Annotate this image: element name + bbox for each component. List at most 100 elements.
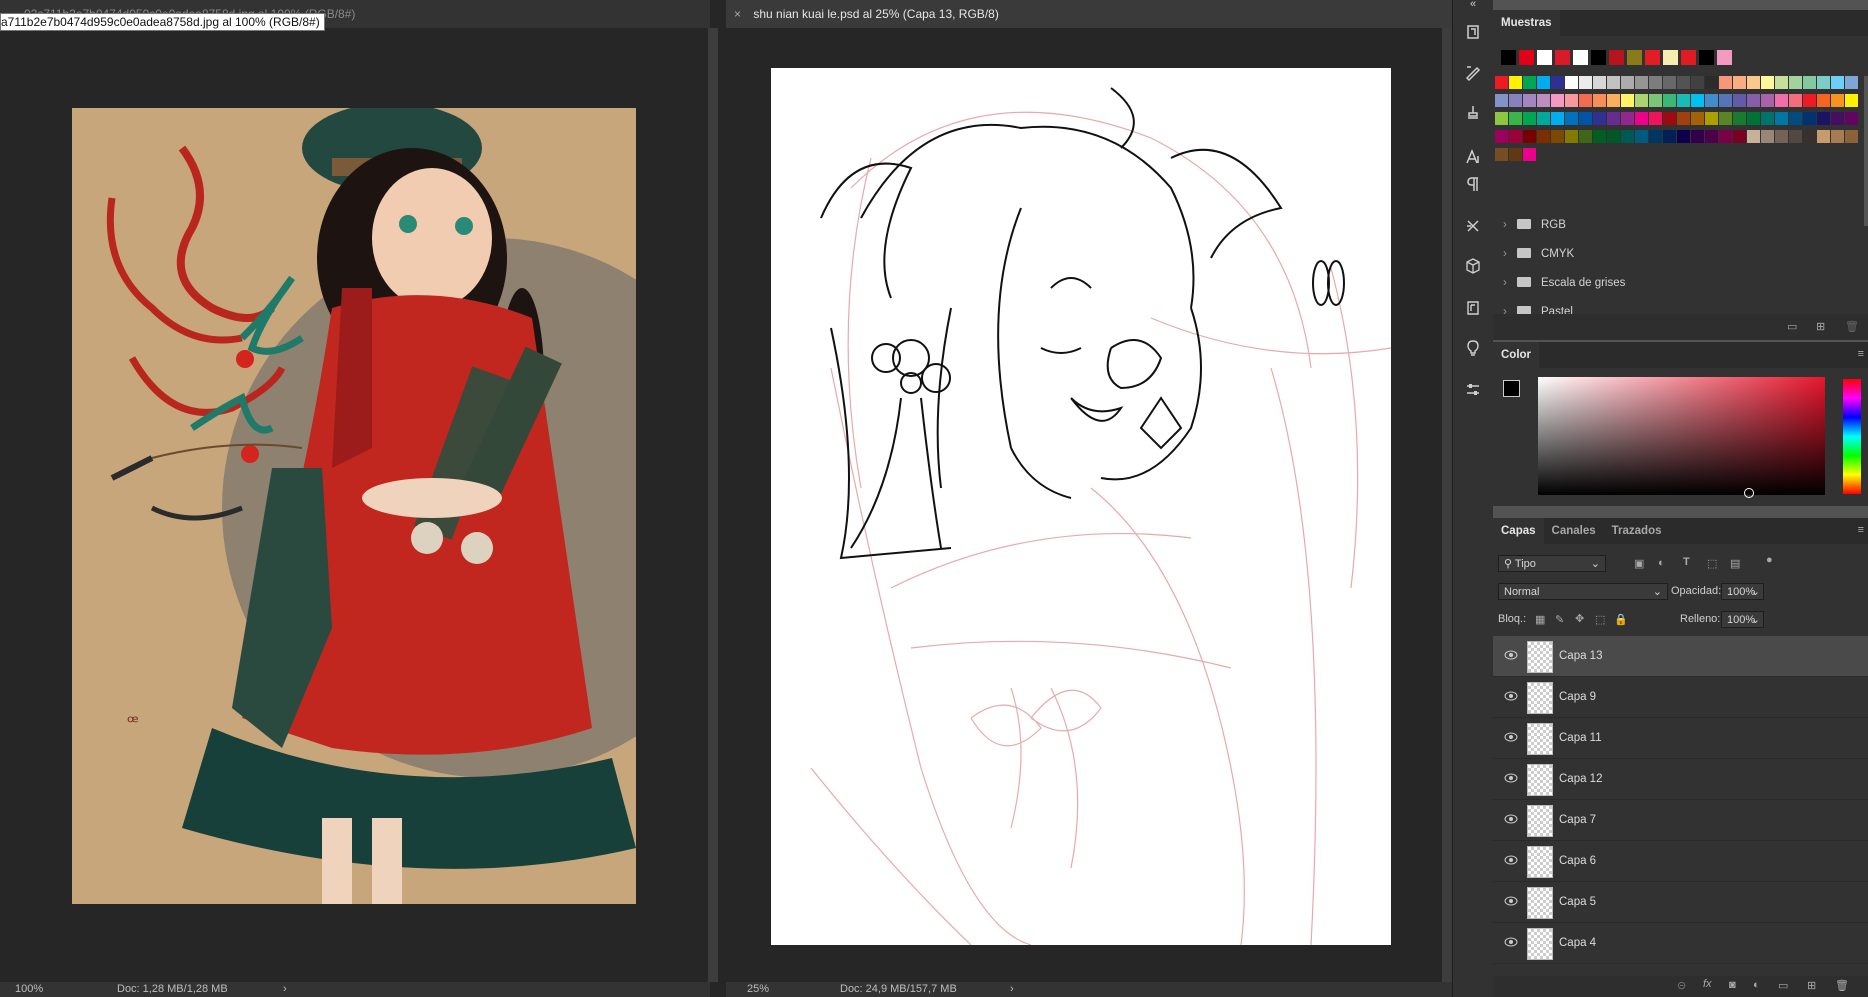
swatch-cell[interactable] — [1761, 94, 1774, 107]
filter-type-icon[interactable]: T — [1683, 556, 1690, 568]
swatch-cell[interactable] — [1621, 94, 1634, 107]
lock-transparent-icon[interactable]: ▦ — [1535, 613, 1545, 626]
blend-mode-select[interactable]: Normal ⌄ — [1498, 583, 1668, 600]
swatch-cell[interactable] — [1621, 76, 1634, 89]
mask-icon[interactable]: ◙ — [1729, 979, 1736, 991]
left-status-arrow[interactable]: › — [283, 982, 287, 997]
color-picker-handle[interactable] — [1744, 488, 1754, 498]
swatch-cell[interactable] — [1775, 130, 1788, 143]
recent-swatch[interactable] — [1501, 50, 1516, 65]
swatch-cell[interactable] — [1593, 130, 1606, 143]
swatch-cell[interactable] — [1761, 130, 1774, 143]
swatch-cell[interactable] — [1789, 94, 1802, 107]
recent-swatch[interactable] — [1591, 50, 1606, 65]
layer-row-capa-12[interactable]: Capa 12 — [1493, 759, 1868, 800]
swatch-group-rgb[interactable]: › RGB — [1503, 214, 1566, 236]
swatch-cell[interactable] — [1495, 148, 1508, 161]
recent-swatch[interactable] — [1537, 50, 1552, 65]
recent-swatch[interactable] — [1645, 50, 1660, 65]
visibility-eye-icon[interactable] — [1504, 691, 1518, 701]
swatch-cell[interactable] — [1817, 112, 1830, 125]
swatch-cell[interactable] — [1635, 76, 1648, 89]
left-zoom-level[interactable]: 100% — [15, 982, 43, 997]
swatch-cell[interactable] — [1845, 76, 1858, 89]
swatch-cell[interactable] — [1831, 130, 1844, 143]
swatch-cell[interactable] — [1579, 130, 1592, 143]
swatch-cell[interactable] — [1789, 112, 1802, 125]
swatch-cell[interactable] — [1565, 76, 1578, 89]
layer-row-capa-5[interactable]: Capa 5 — [1493, 882, 1868, 923]
swatch-cell[interactable] — [1663, 112, 1676, 125]
opacity-input[interactable]: 100% ⌄ — [1721, 583, 1764, 600]
recent-swatch[interactable] — [1681, 50, 1696, 65]
swatch-cell[interactable] — [1789, 130, 1802, 143]
swatch-cell[interactable] — [1733, 112, 1746, 125]
swatch-cell[interactable] — [1775, 112, 1788, 125]
filter-toggle-icon[interactable]: ● — [1766, 554, 1773, 566]
swatch-cell[interactable] — [1817, 94, 1830, 107]
lock-all-icon[interactable]: 🔒 — [1614, 613, 1628, 626]
new-swatch-icon[interactable]: ⊞ — [1816, 320, 1825, 333]
swatch-group-grayscale[interactable]: › Escala de grises — [1503, 272, 1625, 294]
swatch-cell[interactable] — [1523, 148, 1536, 161]
swatch-cell[interactable] — [1733, 94, 1746, 107]
color-field[interactable] — [1538, 377, 1825, 495]
3d-cube-icon[interactable] — [1461, 254, 1485, 278]
paragraph-icon[interactable] — [1461, 172, 1485, 196]
swatch-cell[interactable] — [1509, 112, 1522, 125]
swatch-group-cmyk[interactable]: › CMYK — [1503, 243, 1574, 265]
recent-swatch[interactable] — [1663, 50, 1678, 65]
swatch-cell[interactable] — [1621, 130, 1634, 143]
layer-row-capa-11[interactable]: Capa 11 — [1493, 718, 1868, 759]
swatch-cell[interactable] — [1803, 76, 1816, 89]
swatch-cell[interactable] — [1565, 112, 1578, 125]
swatch-cell[interactable] — [1509, 76, 1522, 89]
tab-layers[interactable]: Capas — [1493, 518, 1544, 544]
adjustment-icon[interactable]: ◐ — [1753, 979, 1760, 991]
swatch-cell[interactable] — [1691, 76, 1704, 89]
brush-preset-icon[interactable] — [1461, 60, 1485, 84]
right-vertical-scrollbar[interactable] — [1442, 28, 1452, 982]
swatch-cell[interactable] — [1663, 76, 1676, 89]
swatch-cell[interactable] — [1523, 130, 1536, 143]
swatch-cell[interactable] — [1705, 112, 1718, 125]
filter-shape-icon[interactable]: ⬚ — [1707, 557, 1717, 570]
filter-adjustment-icon[interactable]: ◐ — [1658, 557, 1665, 569]
recent-swatch[interactable] — [1573, 50, 1588, 65]
swatch-cell[interactable] — [1831, 112, 1844, 125]
visibility-eye-icon[interactable] — [1504, 650, 1518, 660]
swatch-cell[interactable] — [1719, 112, 1732, 125]
swatch-cell[interactable] — [1495, 94, 1508, 107]
swatch-cell[interactable] — [1649, 112, 1662, 125]
swatch-cell[interactable] — [1607, 94, 1620, 107]
filter-pixel-icon[interactable]: ▣ — [1634, 557, 1644, 570]
recent-swatch[interactable] — [1627, 50, 1642, 65]
visibility-eye-icon[interactable] — [1504, 855, 1518, 865]
swatch-cell[interactable] — [1551, 130, 1564, 143]
left-vertical-scrollbar[interactable] — [708, 28, 718, 982]
swatch-cell[interactable] — [1719, 76, 1732, 89]
lock-brush-icon[interactable]: ✎ — [1555, 613, 1564, 626]
swatch-cell[interactable] — [1663, 94, 1676, 107]
swatch-cell[interactable] — [1593, 112, 1606, 125]
swatch-cell[interactable] — [1579, 76, 1592, 89]
swatch-cell[interactable] — [1537, 130, 1550, 143]
swatch-cell[interactable] — [1747, 76, 1760, 89]
collapse-panels-icon[interactable]: « — [1461, 0, 1485, 16]
swatch-cell[interactable] — [1635, 94, 1648, 107]
swatch-cell[interactable] — [1845, 130, 1858, 143]
hue-slider[interactable] — [1843, 379, 1861, 494]
swatch-cell[interactable] — [1523, 76, 1536, 89]
swatch-cell[interactable] — [1509, 130, 1522, 143]
swatch-cell[interactable] — [1551, 94, 1564, 107]
swatch-cell[interactable] — [1747, 112, 1760, 125]
swatch-cell[interactable] — [1677, 112, 1690, 125]
tool-presets-icon[interactable] — [1461, 214, 1485, 238]
trash-icon[interactable]: 🗑 — [1835, 979, 1849, 992]
layer-row-capa-7[interactable]: Capa 7 — [1493, 800, 1868, 841]
swatch-cell[interactable] — [1733, 76, 1746, 89]
swatch-cell[interactable] — [1719, 130, 1732, 143]
recent-swatch[interactable] — [1717, 50, 1732, 65]
swatch-cell[interactable] — [1677, 94, 1690, 107]
swatch-cell[interactable] — [1803, 94, 1816, 107]
